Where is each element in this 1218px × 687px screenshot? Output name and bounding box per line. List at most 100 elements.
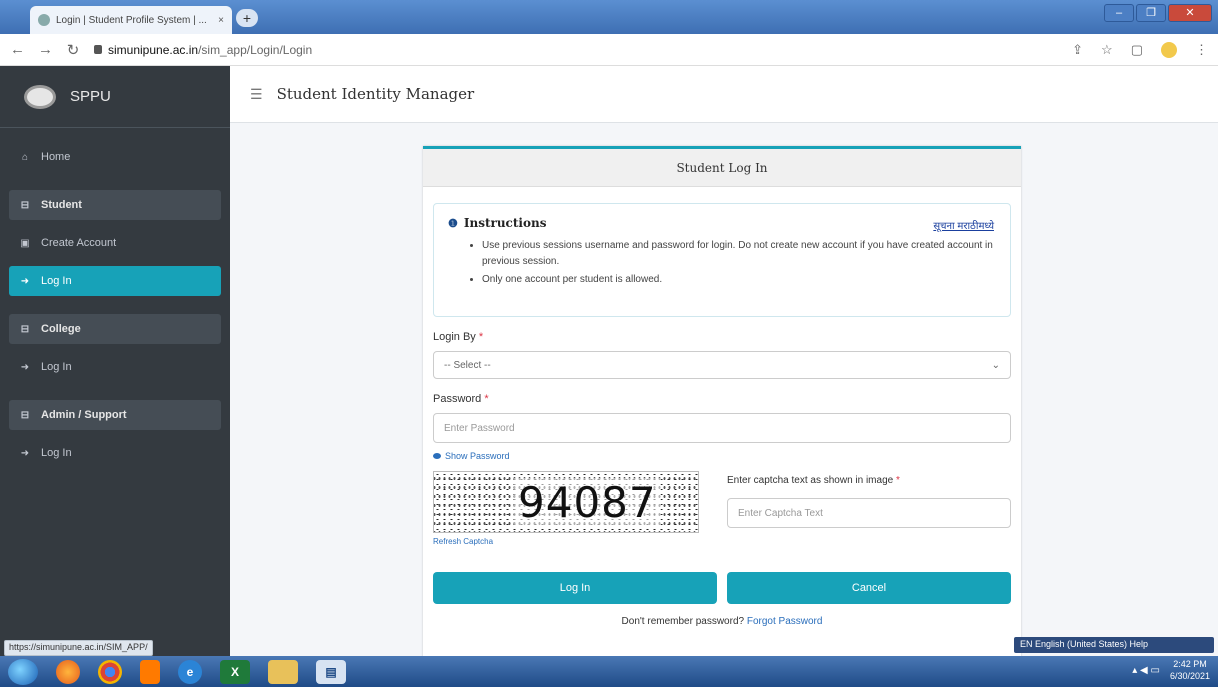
sidebar-item-student-login[interactable]: ➜ Log In [9,266,221,296]
excel-icon[interactable]: X [220,659,250,684]
captcha-text: 94087 [514,478,661,527]
sidebar-item-label: College [41,323,81,335]
language-bar[interactable]: EN English (United States) Help [1014,637,1214,653]
list-item: Only one account per student is allowed. [482,272,996,288]
chevron-down-icon: ⌄ [991,359,1000,371]
lock-icon: ⊟ [20,409,30,421]
app-window-icon[interactable]: ▤ [316,659,346,684]
sidebar-item-label: Student [41,199,82,211]
lock-icon: ⊟ [20,199,30,211]
reload-icon[interactable]: ↻ [66,41,80,59]
main-content: Student Log In ❶ Instructions सूचना मराठ… [230,123,1218,666]
url-path: /sim_app/Login/Login [198,42,313,57]
password-placeholder: Enter Password [444,422,515,434]
login-icon: ➜ [20,275,30,287]
internet-explorer-icon[interactable]: e [178,659,202,684]
lock-icon: ⊟ [20,323,30,335]
captcha-placeholder: Enter Captcha Text [738,507,823,519]
maximize-icon[interactable]: ❐ [1136,4,1166,22]
tab-title: Login | Student Profile System | ... [56,14,207,26]
url-field[interactable]: simunipune.ac.in/sim_app/Login/Login [94,43,1058,57]
captcha-input[interactable]: Enter Captcha Text [727,498,1011,528]
sidebar-item-label: Admin / Support [41,409,127,421]
login-card: Student Log In ❶ Instructions सूचना मराठ… [423,146,1021,666]
close-window-icon[interactable]: ✕ [1168,4,1212,22]
sidebar: SPPU ⌂ Home ⊟ Student ▣ Create Account ➜… [0,66,230,656]
id-card-icon: ▣ [20,237,30,249]
sidebar-section-admin[interactable]: ⊟ Admin / Support [9,400,221,430]
info-icon: ❶ [448,216,458,230]
show-password-toggle[interactable]: Show Password [433,451,1011,461]
instructions-title: Instructions [463,216,547,230]
password-label: Password * [433,393,489,405]
show-password-label: Show Password [445,451,510,461]
browser-tab[interactable]: Login | Student Profile System | ... × [30,6,232,34]
captcha-image: 94087 [433,471,699,533]
favicon-icon [38,14,50,26]
browser-tab-bar: Login | Student Profile System | ... × +… [0,0,1218,34]
sidebar-item-label: Log In [41,447,72,459]
refresh-captcha-link[interactable]: Refresh Captcha [433,537,699,546]
new-tab-button[interactable]: + [236,9,258,27]
forgot-password-link[interactable]: Forgot Password [747,616,823,627]
url-domain: simunipune.ac.in [108,42,199,57]
cancel-button[interactable]: Cancel [727,572,1011,604]
menu-kebab-icon[interactable]: ⋮ [1195,42,1208,58]
instructions-heading: ❶ Instructions [448,216,996,230]
card-title: Student Log In [423,149,1021,187]
list-item: Use previous sessions username and passw… [482,238,996,270]
clock[interactable]: 2:42 PM 6/30/2021 [1170,658,1210,682]
clock-date: 6/30/2021 [1169,671,1210,681]
sidebar-item-create-account[interactable]: ▣ Create Account [9,228,221,258]
sidebar-item-label: Home [41,151,71,163]
media-player-icon[interactable] [140,659,160,684]
firefox-icon[interactable] [56,659,80,684]
sidebar-item-label: Log In [41,361,72,373]
card-body: ❶ Instructions सूचना मराठीमध्ये Use prev… [423,187,1021,643]
toolbar-right: ⇪ ☆ ▢ ⋮ [1072,41,1208,58]
window-controls: – ❐ ✕ [1104,4,1212,22]
address-bar: ← → ↻ simunipune.ac.in/sim_app/Login/Log… [0,34,1218,66]
chrome-icon[interactable] [98,659,122,684]
status-bar-url: https://simunipune.ac.in/SIM_APP/ [4,640,153,656]
sidebar-item-home[interactable]: ⌂ Home [9,142,221,172]
tray-icons[interactable]: ▴ ◀ ▭ [1132,665,1160,676]
sidebar-item-label: Create Account [41,237,117,249]
button-row: Log In Cancel [433,572,1011,604]
taskbar: e X ▤ ▴ ◀ ▭ 2:42 PM 6/30/2021 [0,656,1218,687]
share-icon[interactable]: ⇪ [1072,42,1083,58]
marathi-instructions-link[interactable]: सूचना मराठीमध्ये [933,218,994,232]
login-button[interactable]: Log In [433,572,717,604]
extension-icon[interactable] [1161,41,1177,58]
system-tray: ▴ ◀ ▭ 2:42 PM 6/30/2021 [1132,658,1210,682]
top-navbar: ☰ Student Identity Manager [230,66,1218,123]
start-button-icon[interactable] [8,658,38,685]
brand[interactable]: SPPU [0,66,230,128]
sidebar-section-college[interactable]: ⊟ College [9,314,221,344]
login-by-select[interactable]: -- Select -- ⌄ [433,351,1011,379]
hamburger-menu-icon[interactable]: ☰ [250,86,263,103]
eye-icon [433,453,441,459]
bookmark-star-icon[interactable]: ☆ [1101,42,1113,58]
captcha-row: 94087 Refresh Captcha Enter captcha text… [433,471,1011,546]
login-by-value: -- Select -- [444,359,491,371]
forgot-text: Don't remember password? [621,616,745,627]
minimize-icon[interactable]: – [1104,4,1134,22]
back-icon[interactable]: ← [10,41,25,58]
sidebar-item-label: Log In [41,275,72,287]
clock-time: 2:42 PM [1173,659,1207,669]
forward-icon[interactable]: → [38,41,53,58]
login-icon: ➜ [20,361,30,373]
password-input[interactable]: Enter Password [433,413,1011,443]
tab-close-icon[interactable]: × [218,15,224,26]
sppu-logo-icon [24,84,56,109]
sidebar-section-student[interactable]: ⊟ Student [9,190,221,220]
lock-icon [94,45,102,54]
page-title: Student Identity Manager [276,85,475,103]
sidebar-item-college-login[interactable]: ➜ Log In [9,352,221,382]
login-by-label: Login By * [433,331,484,343]
sidebar-item-admin-login[interactable]: ➜ Log In [9,438,221,468]
folder-icon[interactable] [268,659,298,684]
tab-search-icon[interactable]: ▢ [1131,42,1143,58]
sidebar-nav: ⌂ Home ⊟ Student ▣ Create Account ➜ Log … [0,128,230,468]
